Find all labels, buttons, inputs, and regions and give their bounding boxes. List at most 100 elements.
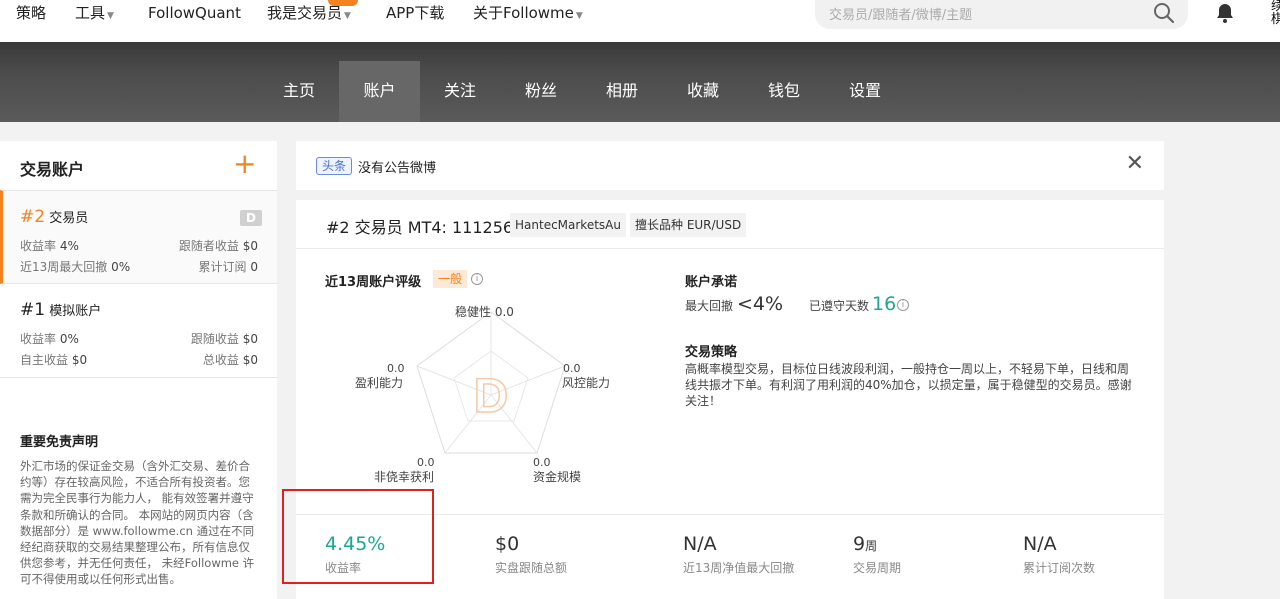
- tab-fans[interactable]: 粉丝: [524, 61, 558, 122]
- stat-label: 跟随者收益: [178, 239, 239, 253]
- rating-letter: D: [474, 370, 509, 423]
- headline-text: 没有公告微博: [358, 161, 437, 176]
- strategy-text: 高概率模型交易，目标位日线波段利润，一般持仓一周以上，不轻易下单，日线和周线共振…: [685, 362, 1132, 408]
- disclaimer-text: 外汇市场的保证金交易（含外汇交易、差价合约等）存在较高风险，不适合所有投资者。您…: [20, 459, 255, 587]
- stat-label: 收益率: [20, 332, 57, 346]
- radar-label-risk: 风控能力: [562, 376, 611, 390]
- account-item-demo[interactable]: #1 模拟账户 收益率 0% 跟随收益 $0 自主收益 $0 总收益 $0: [0, 284, 277, 378]
- highlight-box: [282, 489, 434, 584]
- add-account-button[interactable]: +: [233, 149, 256, 179]
- stat-subscriptions: 累计订阅 0: [199, 258, 258, 275]
- account-item-trader[interactable]: #2 交易员 D 收益率 4% 跟随者收益 $0 近13周最大回撤 0% 累计订…: [0, 190, 277, 284]
- account-header: #2 交易员 MT4: 111256 HantecMarketsAu 擅长品种 …: [296, 200, 1164, 249]
- stat-label: 近13周最大回撤: [20, 260, 108, 274]
- nav-tools[interactable]: 工具 ▼: [75, 0, 114, 26]
- account-heading: #2 交易员: [20, 207, 88, 227]
- stat-value: $0: [242, 239, 258, 253]
- radar-axis-name: 稳健性: [455, 305, 492, 319]
- stat-label: 总收益: [202, 353, 239, 367]
- account-title: #2 交易员 MT4: 111256: [326, 218, 514, 237]
- nav-trader-label: 我是交易员: [267, 4, 343, 22]
- caret-down-icon: ▼: [107, 11, 114, 21]
- tab-album[interactable]: 相册: [605, 61, 639, 122]
- stat-subscriptions-value: N/A: [1023, 533, 1057, 555]
- close-icon[interactable]: ✕: [1126, 153, 1144, 175]
- caret-down-icon: ▼: [575, 11, 583, 21]
- search-placeholder: 交易员/跟随者/微博/主题: [829, 8, 973, 23]
- stat-follow-total-label: 实盘跟随总额: [495, 561, 568, 575]
- headline-tag: 头条: [316, 157, 353, 175]
- stat-drawdown-value: N/A: [683, 533, 717, 555]
- tab-wallet[interactable]: 钱包: [767, 61, 801, 122]
- max-drawdown-label: 最大回撤: [685, 299, 734, 313]
- stat-value: 0%: [111, 260, 131, 274]
- radar-label-skill: 非侥幸获利: [374, 470, 435, 484]
- radar-label-stability: 稳健性 0.0: [455, 303, 514, 320]
- nav-i-am-trader[interactable]: 我是交易员 ▼: [267, 0, 351, 26]
- stat-period-number: 9: [853, 533, 866, 555]
- rating-level-tag: 一般: [433, 270, 468, 288]
- nav-about[interactable]: 关于Followme ▼: [473, 0, 583, 26]
- headline-notice: 头条 没有公告微博 ✕: [296, 141, 1164, 190]
- days-label: 已遵守天数: [809, 299, 870, 313]
- nav-strategy-label: 策略: [16, 4, 47, 22]
- search-box[interactable]: 交易员/跟随者/微博/主题: [815, 0, 1188, 29]
- stat-period-label: 交易周期: [853, 561, 902, 575]
- search-icon[interactable]: [1152, 1, 1176, 25]
- radar-label-capital: 资金规模: [533, 470, 582, 484]
- sidebar-title: 交易账户: [20, 160, 85, 179]
- stat-follower-return: 跟随者收益 $0: [179, 237, 258, 254]
- radar-label-profit: 盈利能力: [355, 376, 404, 390]
- nav-about-label: 关于Followme: [473, 4, 574, 22]
- max-drawdown-value: <4%: [737, 293, 784, 315]
- stat-value: 0%: [59, 332, 79, 346]
- stat-max-drawdown: 近13周最大回撤 0%: [20, 258, 130, 275]
- account-rank: #1: [20, 300, 46, 320]
- account-heading: #1 模拟账户: [20, 300, 101, 320]
- disclaimer-title: 重要免责声明: [20, 435, 99, 450]
- stat-value: $0: [71, 353, 88, 367]
- stat-subscriptions-label: 累计订阅次数: [1023, 561, 1096, 575]
- stat-period-value: 9周: [853, 533, 877, 555]
- profile-tab-band: 主页 账户 关注 粉丝 相册 收藏 钱包 设置: [0, 42, 1280, 122]
- tab-settings[interactable]: 设置: [848, 61, 882, 122]
- rating-badge: D: [240, 210, 262, 226]
- stat-follow-total-value: $0: [495, 533, 520, 555]
- stat-follow-return: 跟随收益 $0: [191, 330, 258, 347]
- broker-chip: HantecMarketsAu: [510, 213, 626, 237]
- strategy-title: 交易策略: [685, 345, 738, 360]
- tab-account[interactable]: 账户: [339, 61, 420, 122]
- days-value: 16: [872, 293, 897, 315]
- rating-title: 近13周账户评级: [325, 275, 422, 290]
- nav-followquant[interactable]: FollowQuant: [148, 0, 241, 26]
- info-icon[interactable]: i: [471, 273, 483, 285]
- nav-app-label: APP下载: [386, 4, 445, 22]
- stat-total-return: 总收益 $0: [203, 351, 258, 368]
- tab-following[interactable]: 关注: [443, 61, 477, 122]
- info-icon[interactable]: i: [897, 299, 909, 311]
- specialty-chip: 擅长品种 EUR/USD: [630, 213, 747, 237]
- stat-label: 收益率: [20, 239, 57, 253]
- top-navbar: 策略 工具 ▼ FollowQuant 我是交易员 ▼ APP下载 关于Follow…: [0, 0, 1280, 42]
- account-name: 模拟账户: [49, 304, 102, 319]
- edge-text: 续 棋: [1271, 0, 1280, 27]
- bell-icon[interactable]: [1213, 1, 1237, 25]
- stat-value: $0: [242, 353, 258, 367]
- stat-value: 0: [250, 260, 258, 274]
- radar-axis-value: 0.0: [494, 305, 514, 319]
- stat-value: $0: [242, 332, 258, 346]
- account-sidebar: 交易账户 + #2 交易员 D 收益率 4% 跟随者收益 $0 近13周最大回撤…: [0, 141, 277, 599]
- nav-strategy[interactable]: 策略: [16, 0, 46, 26]
- commitment-title: 账户承诺: [685, 275, 738, 290]
- stat-self-return: 自主收益 $0: [20, 351, 87, 368]
- stat-return: 收益率 0%: [20, 330, 79, 347]
- stat-period-unit: 周: [865, 539, 878, 553]
- nav-tools-label: 工具: [75, 4, 106, 22]
- account-name: 交易员: [49, 211, 89, 226]
- stat-drawdown-label: 近13周净值最大回撤: [683, 561, 795, 575]
- tab-home[interactable]: 主页: [282, 61, 316, 122]
- nav-app-download[interactable]: APP下载: [386, 0, 444, 26]
- stat-label: 累计订阅: [198, 260, 247, 274]
- tab-favorites[interactable]: 收藏: [686, 61, 720, 122]
- stat-value: 4%: [59, 239, 79, 253]
